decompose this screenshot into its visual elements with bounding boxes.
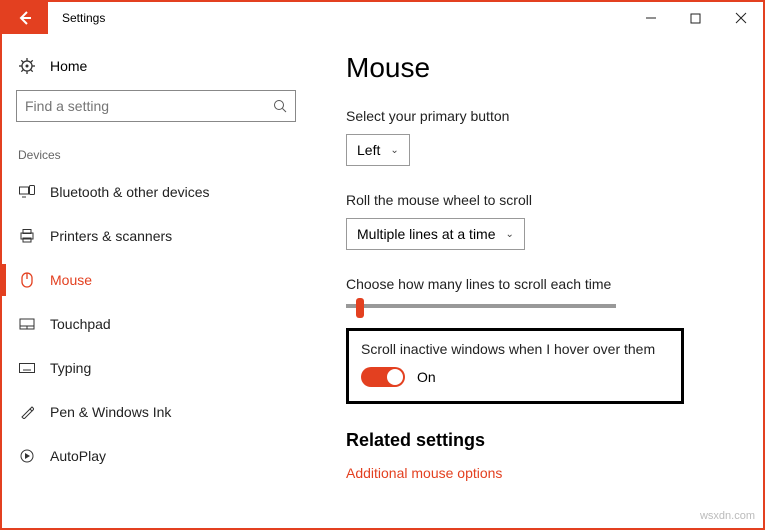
search-icon bbox=[273, 99, 287, 113]
related-settings-heading: Related settings bbox=[346, 430, 737, 451]
nav-group-label: Devices bbox=[16, 148, 296, 162]
search-box[interactable] bbox=[16, 90, 296, 122]
lines-to-scroll-label: Choose how many lines to scroll each tim… bbox=[346, 276, 737, 292]
scroll-inactive-section: Scroll inactive windows when I hover ove… bbox=[346, 328, 684, 404]
sidebar-item-label: Typing bbox=[50, 360, 91, 376]
sidebar-item-label: Pen & Windows Ink bbox=[50, 404, 171, 420]
keyboard-icon bbox=[18, 363, 36, 373]
devices-icon bbox=[18, 185, 36, 199]
scroll-inactive-label: Scroll inactive windows when I hover ove… bbox=[361, 341, 669, 357]
toggle-knob bbox=[387, 369, 403, 385]
sidebar-item-printers[interactable]: Printers & scanners bbox=[16, 214, 296, 258]
close-icon bbox=[735, 12, 747, 24]
sidebar-item-autoplay[interactable]: AutoPlay bbox=[16, 434, 296, 478]
sidebar: Home Devices Bluetooth & other devices P… bbox=[2, 34, 310, 528]
search-input[interactable] bbox=[25, 98, 273, 114]
wheel-scroll-select[interactable]: Multiple lines at a time ⌄ bbox=[346, 218, 525, 250]
lines-to-scroll-slider[interactable] bbox=[346, 304, 616, 308]
primary-button-value: Left bbox=[357, 142, 380, 158]
home-nav[interactable]: Home bbox=[16, 52, 296, 90]
sidebar-item-label: Touchpad bbox=[50, 316, 111, 332]
sidebar-item-bluetooth[interactable]: Bluetooth & other devices bbox=[16, 170, 296, 214]
minimize-button[interactable] bbox=[628, 2, 673, 34]
touchpad-icon bbox=[18, 318, 36, 330]
primary-button-label: Select your primary button bbox=[346, 108, 737, 124]
close-button[interactable] bbox=[718, 2, 763, 34]
back-button[interactable] bbox=[2, 2, 48, 34]
sidebar-item-pen[interactable]: Pen & Windows Ink bbox=[16, 390, 296, 434]
watermark: wsxdn.com bbox=[700, 510, 755, 522]
wheel-scroll-value: Multiple lines at a time bbox=[357, 226, 496, 242]
window-title: Settings bbox=[48, 2, 105, 34]
sidebar-item-label: Bluetooth & other devices bbox=[50, 184, 210, 200]
slider-thumb[interactable] bbox=[356, 298, 364, 318]
gear-icon bbox=[18, 58, 36, 74]
sidebar-item-label: Mouse bbox=[50, 272, 92, 288]
maximize-icon bbox=[690, 13, 701, 24]
main-panel: Mouse Select your primary button Left ⌄ … bbox=[310, 34, 763, 528]
scroll-inactive-state: On bbox=[417, 369, 436, 385]
chevron-down-icon: ⌄ bbox=[390, 145, 398, 156]
sidebar-item-touchpad[interactable]: Touchpad bbox=[16, 302, 296, 346]
printer-icon bbox=[18, 229, 36, 243]
window-controls bbox=[628, 2, 763, 34]
titlebar: Settings bbox=[2, 2, 763, 34]
arrow-left-icon bbox=[17, 10, 33, 26]
sidebar-item-label: AutoPlay bbox=[50, 448, 106, 464]
sidebar-item-mouse[interactable]: Mouse bbox=[16, 258, 296, 302]
wheel-scroll-label: Roll the mouse wheel to scroll bbox=[346, 192, 737, 208]
sidebar-item-typing[interactable]: Typing bbox=[16, 346, 296, 390]
page-title: Mouse bbox=[346, 52, 737, 84]
pen-icon bbox=[18, 405, 36, 419]
chevron-down-icon: ⌄ bbox=[506, 229, 514, 240]
autoplay-icon bbox=[18, 449, 36, 463]
scroll-inactive-toggle[interactable] bbox=[361, 367, 405, 387]
sidebar-item-label: Printers & scanners bbox=[50, 228, 172, 244]
maximize-button[interactable] bbox=[673, 2, 718, 34]
mouse-icon bbox=[18, 272, 36, 288]
home-label: Home bbox=[50, 58, 87, 74]
additional-mouse-options-link[interactable]: Additional mouse options bbox=[346, 465, 737, 481]
primary-button-select[interactable]: Left ⌄ bbox=[346, 134, 410, 166]
minimize-icon bbox=[645, 12, 657, 24]
